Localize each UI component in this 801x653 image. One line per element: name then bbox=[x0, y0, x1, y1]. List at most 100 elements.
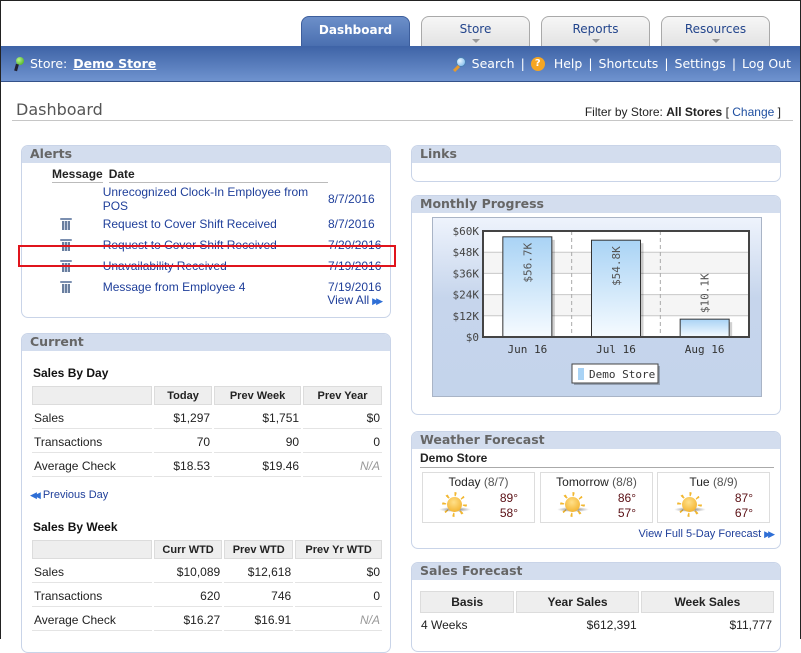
sales-forecast-table: Basis Year Sales Week Sales 4 Weeks $612,39… bbox=[418, 589, 776, 637]
sales-by-week-cell: $12,618 bbox=[224, 561, 294, 583]
sales-by-week-cell: 620 bbox=[154, 585, 223, 607]
help-link[interactable]: Help bbox=[554, 56, 583, 71]
weather-day-label: Tomorrow (8/8) bbox=[556, 475, 637, 489]
alerts-panel: Alerts Message Date Unrecognized Clock-I… bbox=[21, 145, 391, 318]
tab-label: Resources bbox=[684, 22, 747, 36]
links-title: Links bbox=[412, 146, 780, 163]
sales-by-day-table: Today Prev Week Prev Year Sales $1,297 $1,75… bbox=[30, 384, 384, 479]
caret-down-icon bbox=[471, 39, 480, 43]
sales-by-week-row-label: Transactions bbox=[32, 585, 152, 607]
current-title: Current bbox=[22, 334, 390, 351]
full-forecast-link[interactable]: View Full 5-Day Forecast ▶▶ bbox=[638, 528, 774, 540]
caret-down-icon bbox=[711, 39, 720, 43]
alert-delete-cell bbox=[30, 213, 103, 234]
legend-label: Demo Store bbox=[589, 368, 655, 381]
double-arrow-left-icon: ◀◀ bbox=[30, 490, 41, 500]
sales-forecast-column-header: Year Sales bbox=[516, 591, 639, 613]
current-panel: Current Sales By Day Today Prev Week Prev … bbox=[21, 333, 391, 653]
change-filter-link[interactable]: Change bbox=[732, 105, 774, 119]
logout-link[interactable]: Log Out bbox=[742, 56, 791, 71]
store-indicator: Store: Demo Store bbox=[14, 56, 156, 71]
store-filter: Filter by Store: All Stores [ Change ] bbox=[585, 105, 781, 119]
alert-message-cell: Unavailability Received bbox=[103, 255, 328, 276]
alert-message-link[interactable]: Unavailability Received bbox=[103, 259, 227, 273]
trash-icon[interactable] bbox=[60, 259, 73, 272]
weather-day-label: Today (8/7) bbox=[448, 475, 509, 489]
tab-label: Reports bbox=[572, 22, 619, 36]
alert-message-link[interactable]: Message from Employee 4 bbox=[103, 280, 246, 294]
alert-message-link[interactable]: Unrecognized Clock-In Employee from POS bbox=[103, 185, 308, 213]
sales-by-week-cell: $16.91 bbox=[224, 609, 294, 631]
separator: | bbox=[731, 56, 737, 71]
settings-link[interactable]: Settings bbox=[675, 56, 726, 71]
sales-by-day-column-header bbox=[32, 386, 152, 405]
sales-by-day-cell: $18.53 bbox=[154, 455, 213, 477]
sales-by-week-cell: N/A bbox=[295, 609, 382, 631]
sales-by-week-row: Transactions 620 746 0 bbox=[32, 585, 382, 607]
tab-label: Store bbox=[459, 22, 492, 36]
column-header-date: Date bbox=[103, 164, 328, 185]
sales-by-day-column-header: Prev Year bbox=[303, 386, 382, 405]
store-name-link[interactable]: Demo Store bbox=[73, 56, 156, 71]
sales-by-day-row-label: Transactions bbox=[32, 431, 152, 453]
weather-store-name: Demo Store bbox=[420, 451, 774, 468]
sales-by-day-column-header: Prev Week bbox=[214, 386, 302, 405]
y-tick-label: $60K bbox=[453, 225, 480, 238]
sales-by-week-column-header: Prev WTD bbox=[224, 540, 294, 559]
trash-icon[interactable] bbox=[60, 280, 73, 293]
view-all-alerts-link[interactable]: View All ▶▶ bbox=[327, 293, 383, 307]
shortcuts-link[interactable]: Shortcuts bbox=[599, 56, 659, 71]
y-tick-label: $24K bbox=[453, 289, 480, 302]
tab-dashboard[interactable]: Dashboard bbox=[301, 16, 410, 46]
tab-store[interactable]: Store bbox=[421, 16, 530, 46]
alert-row: Request to Cover Shift Received 8/7/2016 bbox=[30, 213, 386, 234]
sales-by-week-table: Curr WTD Prev WTD Prev Yr WTD Sales $10,089… bbox=[30, 538, 384, 633]
alert-message-cell: Request to Cover Shift Received bbox=[103, 234, 328, 255]
weather-low-temp: 58° bbox=[499, 506, 518, 520]
weather-day-label: Tue (8/9) bbox=[689, 475, 738, 489]
sales-by-week-row: Average Check $16.27 $16.91 N/A bbox=[32, 609, 382, 631]
main-tabs: Dashboard Store Reports Resources bbox=[0, 16, 801, 46]
help-icon[interactable]: ? bbox=[530, 56, 545, 71]
sales-forecast-cell: $612,391 bbox=[586, 618, 637, 632]
alert-message-cell: Message from Employee 4 bbox=[103, 276, 328, 297]
alert-message-link[interactable]: Request to Cover Shift Received bbox=[103, 217, 277, 231]
sales-by-day-cell: $1,751 bbox=[214, 407, 302, 429]
tab-reports[interactable]: Reports bbox=[541, 16, 650, 46]
alert-message-link[interactable]: Request to Cover Shift Received bbox=[103, 238, 277, 252]
filter-value: All Stores bbox=[666, 105, 723, 119]
sales-by-day-column-header: Today bbox=[154, 386, 213, 405]
separator: | bbox=[588, 56, 593, 71]
weather-high-temp: 87° bbox=[734, 491, 753, 505]
alert-message-cell: Request to Cover Shift Received bbox=[103, 213, 328, 234]
sales-by-week-column-header: Prev Yr WTD bbox=[295, 540, 382, 559]
title-divider bbox=[12, 120, 793, 121]
separator: | bbox=[664, 56, 669, 71]
sales-by-day-cell: $19.46 bbox=[214, 455, 302, 477]
sales-by-week-cell: 0 bbox=[295, 585, 382, 607]
alert-row: Unavailability Received 7/19/2016 bbox=[30, 255, 386, 276]
sunny-icon bbox=[674, 492, 706, 518]
alert-delete-cell bbox=[30, 185, 103, 213]
y-tick-label: $48K bbox=[453, 246, 480, 259]
pushpin-icon bbox=[14, 56, 24, 71]
bracket: ] bbox=[777, 105, 781, 119]
previous-day-link[interactable]: ◀◀ Previous Day bbox=[30, 489, 108, 501]
sales-by-day-cell: 70 bbox=[154, 431, 213, 453]
y-tick-label: $36K bbox=[453, 267, 480, 280]
sales-by-day-title: Sales By Day bbox=[33, 366, 109, 380]
search-icon[interactable] bbox=[452, 56, 466, 71]
weather-title: Weather Forecast bbox=[412, 432, 780, 449]
tab-resources[interactable]: Resources bbox=[661, 16, 770, 46]
x-tick-label: Jul 16 bbox=[596, 343, 636, 356]
search-link[interactable]: Search bbox=[472, 56, 515, 71]
weather-low-temp: 57° bbox=[617, 506, 636, 520]
trash-icon[interactable] bbox=[60, 217, 73, 230]
double-arrow-right-icon: ▶▶ bbox=[372, 296, 383, 306]
trash-icon[interactable] bbox=[60, 238, 73, 251]
sales-by-week-row-label: Sales bbox=[32, 561, 152, 583]
y-tick-label: $0 bbox=[466, 331, 479, 344]
nav-links: Search | ? Help | Shortcuts | Settings |… bbox=[452, 56, 791, 71]
bar bbox=[679, 318, 730, 338]
sales-by-week-column-header: Curr WTD bbox=[154, 540, 223, 559]
